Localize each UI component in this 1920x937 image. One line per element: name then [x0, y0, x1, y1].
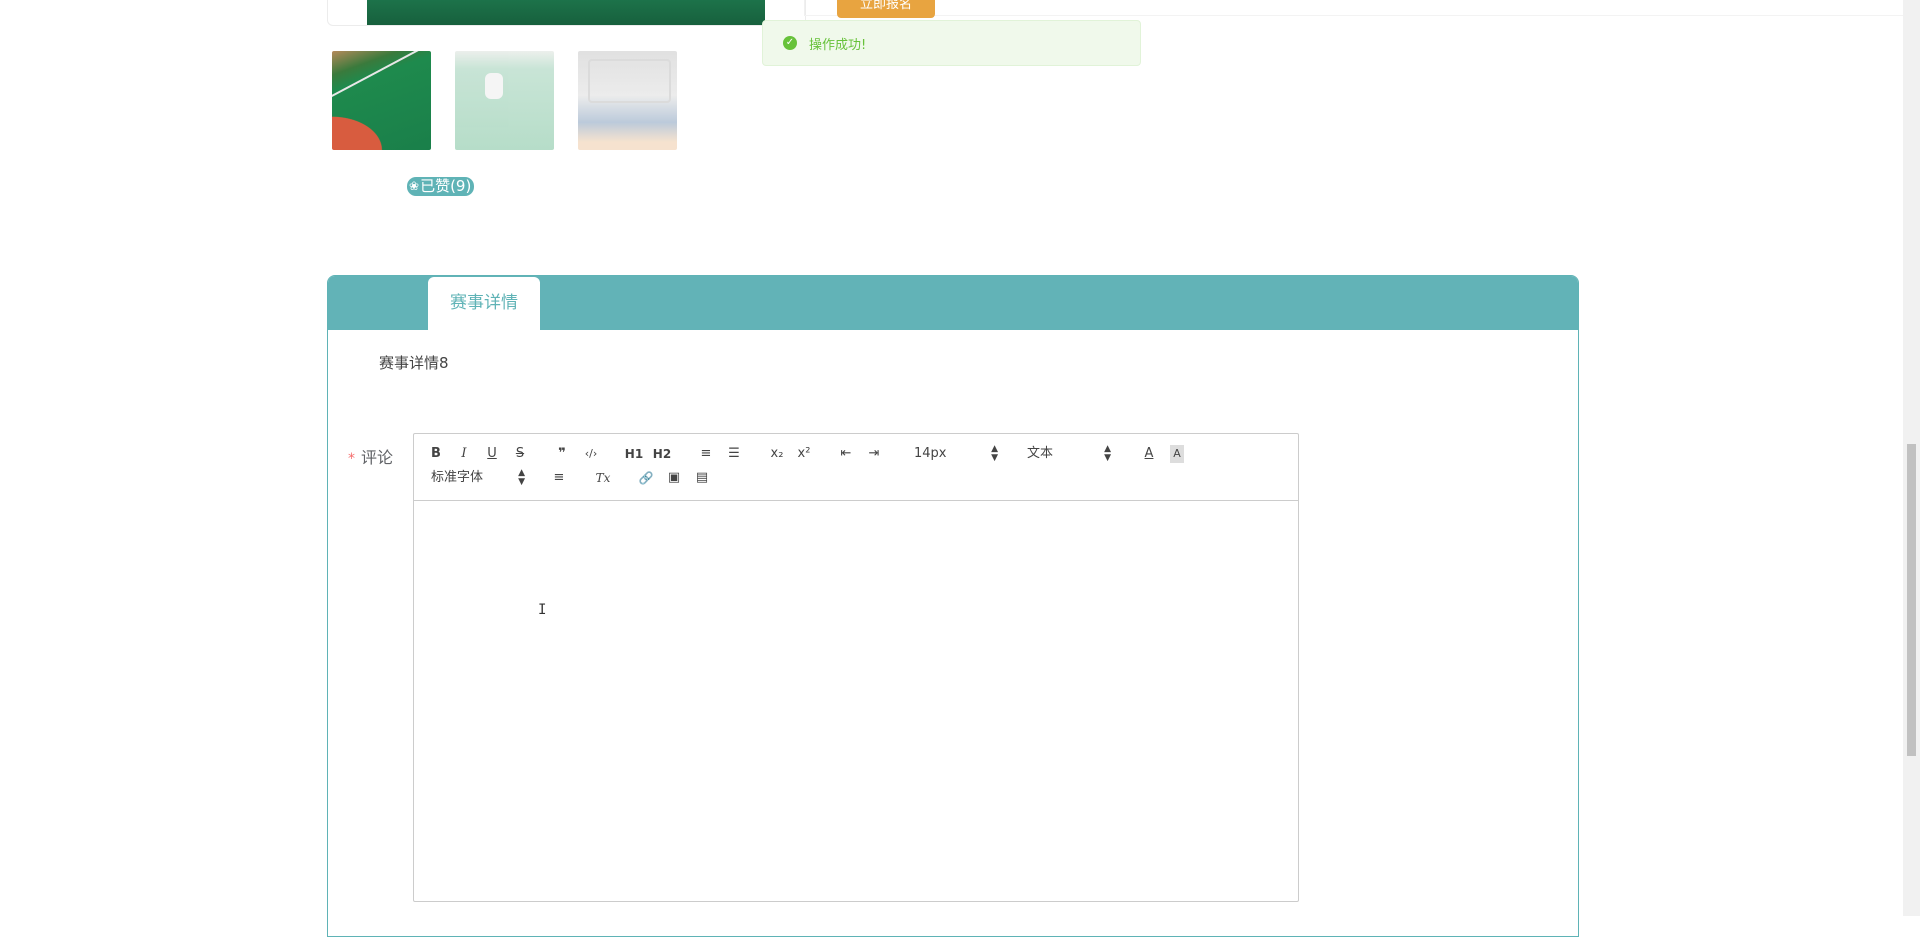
h2-button[interactable]: H2	[652, 445, 672, 463]
indent-button[interactable]: ⇥	[865, 445, 883, 463]
underline-button[interactable]: U	[485, 445, 499, 463]
align-button[interactable]: ≡	[550, 469, 568, 487]
toast-message: 操作成功!	[809, 37, 867, 53]
thumbnail-2[interactable]	[455, 51, 554, 150]
text-cursor-icon: I	[538, 602, 547, 618]
header-select[interactable]: 文本 ▲ ▼	[1027, 445, 1111, 463]
comment-label-text: 评论	[361, 448, 394, 467]
thumbnail-1[interactable]	[332, 51, 431, 150]
text-color-button[interactable]: A	[1142, 445, 1156, 463]
comment-label: * 评论	[348, 444, 393, 468]
font-size-select[interactable]: 14px ▲ ▼	[914, 445, 998, 463]
h1-button[interactable]: H1	[624, 445, 644, 463]
required-mark: *	[348, 451, 355, 467]
blockquote-button[interactable]: ❞	[554, 445, 570, 463]
ordered-list-button[interactable]: ≡	[698, 445, 714, 463]
page-scrollbar[interactable]	[1903, 0, 1920, 916]
strike-button[interactable]: S	[513, 445, 527, 463]
success-check-icon: ✓	[783, 36, 797, 50]
select-arrows-icon: ▲ ▼	[991, 444, 998, 463]
like-count-label: 已赞(9)	[420, 177, 472, 195]
link-button[interactable]: 🔗	[637, 469, 655, 487]
thumbnail-3[interactable]	[578, 51, 677, 150]
thumbs-up-icon: ❀	[409, 179, 420, 193]
bold-button[interactable]: B	[429, 445, 443, 463]
like-button[interactable]: ❀ 已赞(9)	[407, 177, 475, 196]
image-button[interactable]: ▣	[665, 469, 683, 487]
event-detail-text: 赛事详情8	[379, 354, 449, 372]
clean-format-button[interactable]: Tx	[594, 469, 612, 487]
editor-toolbar: B I U S ❞ ‹/› H1 H2 ≡ ☰ x₂ x² ⇤ ⇥ 14px ▲…	[414, 434, 1298, 501]
tab-event-details[interactable]: 赛事详情	[428, 277, 540, 330]
italic-button[interactable]: I	[457, 445, 471, 463]
code-block-button[interactable]: ‹/›	[580, 445, 602, 463]
signup-button[interactable]: 立即报名	[837, 0, 935, 18]
font-family-select[interactable]: 标准字体 ▲ ▼	[431, 469, 525, 487]
superscript-button[interactable]: x²	[794, 445, 814, 463]
outdent-button[interactable]: ⇤	[837, 445, 855, 463]
subscript-button[interactable]: x₂	[767, 445, 787, 463]
background-color-button[interactable]: A	[1170, 445, 1184, 463]
select-arrows-icon: ▲ ▼	[518, 468, 525, 487]
bullet-list-button[interactable]: ☰	[726, 445, 742, 463]
scrollbar-thumb[interactable]	[1907, 444, 1916, 756]
panel-tab-bar: 赛事详情	[328, 276, 1578, 330]
comment-editor: B I U S ❞ ‹/› H1 H2 ≡ ☰ x₂ x² ⇤ ⇥ 14px ▲…	[413, 433, 1299, 902]
video-button[interactable]: ▤	[693, 469, 711, 487]
font-size-value: 14px	[914, 446, 947, 461]
info-panel	[804, 0, 1920, 16]
editor-content-area[interactable]: I	[414, 501, 1298, 901]
select-arrows-icon: ▲ ▼	[1104, 444, 1111, 463]
font-family-value: 标准字体	[431, 470, 484, 485]
success-toast: ✓ 操作成功!	[762, 20, 1141, 66]
header-select-value: 文本	[1027, 446, 1054, 461]
main-photo	[367, 0, 765, 25]
